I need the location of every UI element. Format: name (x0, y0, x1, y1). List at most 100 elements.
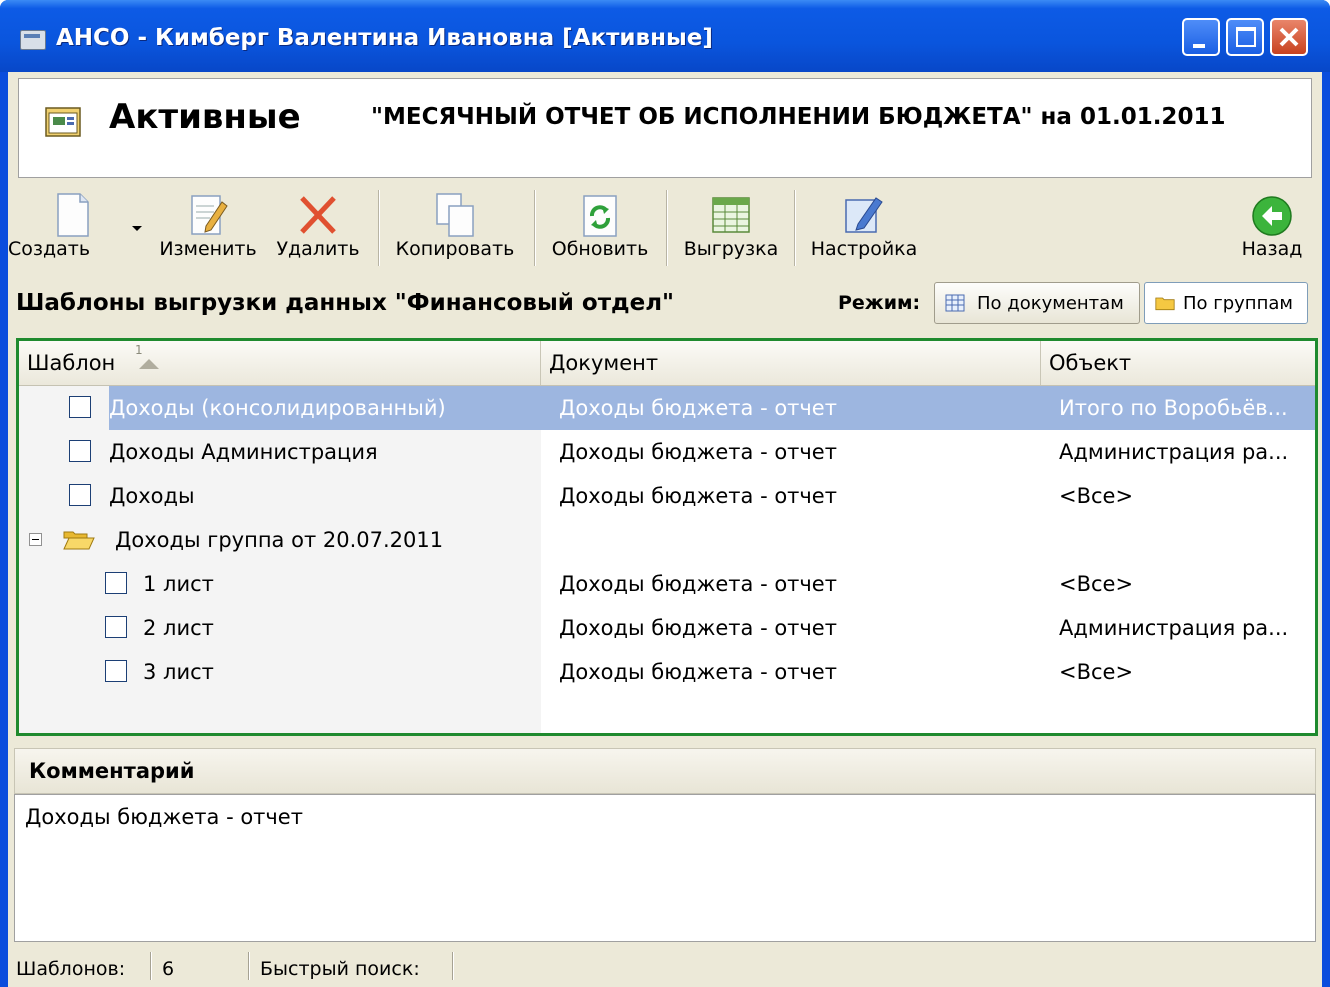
create-button[interactable]: Создать (8, 180, 126, 272)
toolbar: Создать Изменить Удалить Копировать Обно… (8, 180, 1322, 272)
object-cell: Итого по Воробьёв... (1059, 396, 1288, 420)
delete-label: Удалить (276, 238, 360, 260)
close-icon (1279, 27, 1299, 47)
table-row[interactable]: Доходы Доходы бюджета - отчет <Все> (19, 474, 1315, 518)
new-document-icon (57, 193, 89, 237)
subheader: Шаблоны выгрузки данных "Финансовый отде… (8, 272, 1322, 332)
template-name: 1 лист (143, 572, 214, 596)
document-cell: Доходы бюджета - отчет (559, 396, 837, 420)
grid-icon (945, 294, 965, 312)
row-checkbox[interactable] (69, 440, 91, 462)
copy-label: Копировать (395, 238, 515, 260)
title-bar[interactable]: АНСО - Кимберг Валентина Ивановна [Актив… (0, 0, 1330, 72)
toolbar-separator (534, 190, 536, 266)
column-header-template[interactable]: Шаблон 1 (19, 341, 541, 385)
mode-documents-button[interactable]: По документам (934, 282, 1140, 324)
sort-index: 1 (135, 343, 143, 357)
object-cell: <Все> (1059, 484, 1134, 508)
refresh-button[interactable]: Обновить (544, 180, 656, 272)
settings-icon (845, 197, 883, 233)
mode-label: Режим: (838, 292, 921, 314)
delete-icon (300, 196, 336, 234)
copy-icon (436, 193, 474, 237)
row-checkbox[interactable] (105, 616, 127, 638)
maximize-button[interactable] (1226, 18, 1264, 56)
object-cell: Администрация ра... (1059, 616, 1289, 640)
toolbar-separator (666, 190, 668, 266)
status-bar: Шаблонов: 6 Быстрый поиск: (8, 944, 1322, 987)
delete-button[interactable]: Удалить (270, 180, 366, 272)
group-name: Доходы группа от 20.07.2011 (115, 528, 444, 552)
mode-documents-label: По документам (977, 293, 1124, 314)
row-checkbox[interactable] (105, 572, 127, 594)
template-name: Доходы (109, 484, 195, 508)
app-window: АНСО - Кимберг Валентина Ивановна [Актив… (0, 0, 1330, 987)
table-row[interactable]: 1 лист Доходы бюджета - отчет <Все> (19, 562, 1315, 606)
window-title: АНСО - Кимберг Валентина Ивановна [Актив… (56, 25, 713, 51)
create-dropdown-arrow[interactable] (132, 226, 142, 231)
mode-groups-button[interactable]: По группам (1144, 282, 1308, 324)
column-header-object[interactable]: Объект (1041, 341, 1315, 385)
row-checkbox[interactable] (69, 396, 91, 418)
templates-grid: Шаблон 1 Документ Объект Доходы (консоли… (16, 338, 1318, 736)
report-subtitle: "МЕСЯЧНЫЙ ОТЧЕТ ОБ ИСПОЛНЕНИИ БЮДЖЕТА" н… (371, 104, 1226, 130)
object-cell: <Все> (1059, 660, 1134, 684)
template-count-label: Шаблонов: (16, 958, 126, 980)
comment-box[interactable]: Доходы бюджета - отчет (14, 794, 1316, 942)
back-label: Назад (1241, 238, 1303, 260)
status-divider (150, 952, 152, 980)
toolbar-separator (794, 190, 796, 266)
grid-header: Шаблон 1 Документ Объект (19, 341, 1315, 386)
spreadsheet-icon (712, 197, 750, 233)
template-name: 2 лист (143, 616, 214, 640)
comment-title: Комментарий (29, 759, 195, 783)
export-label: Выгрузка (683, 238, 779, 260)
toolbar-separator (378, 190, 380, 266)
document-cell: Доходы бюджета - отчет (559, 484, 837, 508)
status-divider (248, 952, 250, 980)
document-cell: Доходы бюджета - отчет (559, 572, 837, 596)
edit-icon (191, 195, 228, 235)
template-count-value: 6 (162, 958, 175, 980)
close-button[interactable] (1270, 18, 1308, 56)
comment-header: Комментарий (14, 748, 1316, 794)
table-row[interactable]: 3 лист Доходы бюджета - отчет <Все> (19, 650, 1315, 694)
maximize-icon (1236, 27, 1256, 47)
table-row[interactable]: 2 лист Доходы бюджета - отчет Администра… (19, 606, 1315, 650)
quick-search-label: Быстрый поиск: (260, 958, 420, 980)
edit-button[interactable]: Изменить (158, 180, 258, 272)
template-name: Доходы Администрация (109, 440, 378, 464)
open-folder-icon (63, 531, 95, 550)
template-name: 3 лист (143, 660, 214, 684)
client-area: Активные "МЕСЯЧНЫЙ ОТЧЕТ ОБ ИСПОЛНЕНИИ Б… (8, 72, 1322, 987)
collapse-icon[interactable] (29, 533, 42, 546)
document-cell: Доходы бюджета - отчет (559, 440, 837, 464)
settings-button[interactable]: Настройка (804, 180, 924, 272)
edit-label: Изменить (159, 238, 257, 260)
template-name: Доходы (консолидированный) (109, 396, 446, 420)
section-title: Шаблоны выгрузки данных "Финансовый отде… (16, 290, 675, 316)
sort-ascending-icon (139, 359, 159, 369)
minimize-button[interactable] (1182, 18, 1220, 56)
table-row[interactable]: Доходы Администрация Доходы бюджета - от… (19, 430, 1315, 474)
folder-icon (1155, 297, 1175, 311)
group-row[interactable]: Доходы группа от 20.07.2011 (19, 518, 1315, 562)
export-button[interactable]: Выгрузка (676, 180, 786, 272)
back-arrow-icon (1252, 196, 1292, 236)
create-label: Создать (8, 238, 91, 260)
page-title: Активные (109, 97, 301, 137)
document-cell: Доходы бюджета - отчет (559, 616, 837, 640)
row-checkbox[interactable] (105, 660, 127, 682)
quick-search-input[interactable] (460, 958, 1300, 987)
settings-label: Настройка (810, 238, 918, 260)
row-checkbox[interactable] (69, 484, 91, 506)
back-button[interactable]: Назад (1234, 180, 1310, 272)
copy-button[interactable]: Копировать (388, 180, 522, 272)
header-panel: Активные "МЕСЯЧНЫЙ ОТЧЕТ ОБ ИСПОЛНЕНИИ Б… (18, 78, 1312, 178)
column-header-document[interactable]: Документ (541, 341, 1041, 385)
table-row[interactable]: Доходы (консолидированный) Доходы бюджет… (19, 386, 1315, 430)
object-cell: Администрация ра... (1059, 440, 1289, 464)
mode-groups-label: По группам (1183, 293, 1293, 314)
refresh-label: Обновить (551, 238, 649, 260)
minimize-icon (1193, 44, 1205, 48)
